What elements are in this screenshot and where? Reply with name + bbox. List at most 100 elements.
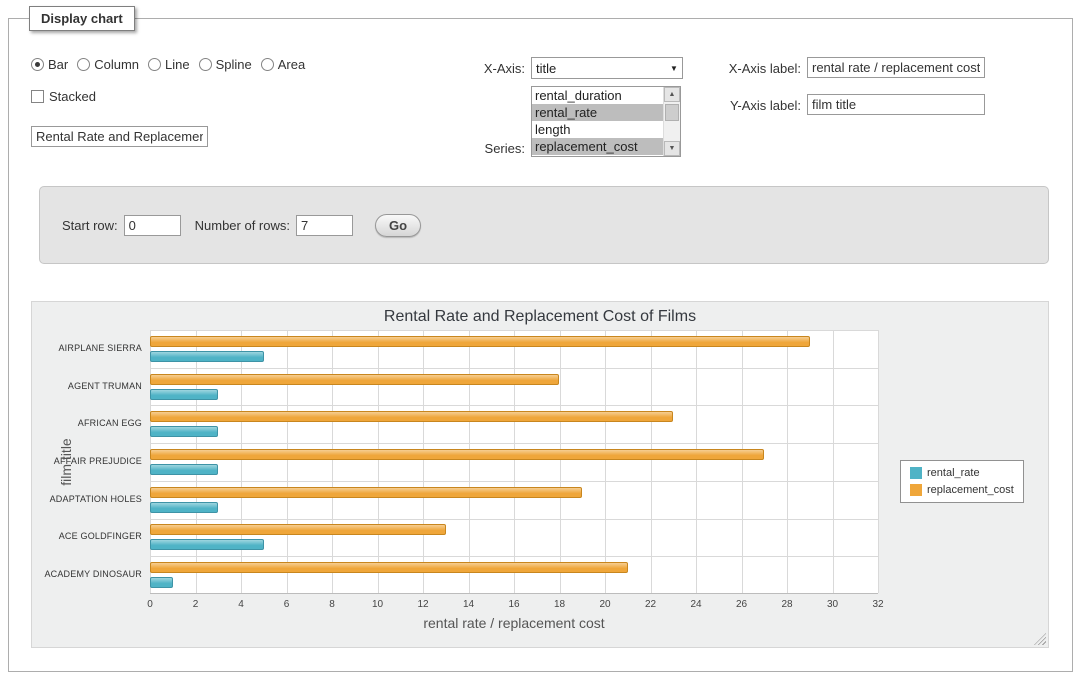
y-axis-label-input[interactable] — [807, 94, 985, 115]
x-tick-label: 6 — [267, 599, 307, 610]
start-row-label: Start row: — [62, 218, 118, 233]
radio-label: Column — [94, 57, 139, 72]
stacked-checkbox[interactable]: Stacked — [31, 89, 96, 104]
x-tick-label: 10 — [358, 599, 398, 610]
scroll-up-icon[interactable]: ▲ — [664, 87, 680, 102]
fieldset-legend: Display chart — [29, 6, 135, 31]
start-row-input[interactable] — [124, 215, 181, 236]
chart-type-radio-spline[interactable]: Spline — [199, 57, 252, 72]
bar-rental_rate — [150, 539, 264, 550]
radio-label: Line — [165, 57, 190, 72]
series-multiselect[interactable]: rental_durationrental_ratelengthreplacem… — [531, 86, 681, 157]
x-tick-label: 28 — [767, 599, 807, 610]
series-select-label: Series: — [429, 141, 525, 156]
bar-rental_rate — [150, 502, 218, 513]
legend-swatch-icon — [910, 484, 922, 496]
x-tick-label: 12 — [403, 599, 443, 610]
gridline-vertical — [241, 330, 242, 593]
number-of-rows-label: Number of rows: — [195, 218, 290, 233]
x-axis-select-label: X-Axis: — [429, 61, 525, 76]
series-scrollbar[interactable]: ▲ ▼ — [663, 87, 680, 156]
x-tick-label: 16 — [494, 599, 534, 610]
x-tick-label: 8 — [312, 599, 352, 610]
series-option-length[interactable]: length — [532, 121, 663, 138]
series-option-replacement_cost[interactable]: replacement_cost — [532, 138, 663, 155]
category-label: AFFAIR PREJUDICE — [32, 456, 142, 466]
bar-replacement_cost — [150, 449, 764, 460]
category-label: AGENT TRUMAN — [32, 381, 142, 391]
chart-type-radio-line[interactable]: Line — [148, 57, 190, 72]
gridline-horizontal — [150, 519, 878, 520]
gridline-vertical — [696, 330, 697, 593]
x-tick-label: 32 — [858, 599, 898, 610]
gridline-vertical — [878, 330, 879, 593]
series-option-rental_duration[interactable]: rental_duration — [532, 87, 663, 104]
x-tick-label: 24 — [676, 599, 716, 610]
x-tick-label: 14 — [449, 599, 489, 610]
x-tick-label: 26 — [722, 599, 762, 610]
gridline-vertical — [378, 330, 379, 593]
go-button[interactable]: Go — [375, 214, 421, 237]
x-axis-title: rental rate / replacement cost — [150, 615, 878, 631]
x-tick-label: 30 — [813, 599, 853, 610]
x-tick-label: 22 — [631, 599, 671, 610]
chart-type-radio-area[interactable]: Area — [261, 57, 305, 72]
stacked-label: Stacked — [49, 89, 96, 104]
gridline-vertical — [332, 330, 333, 593]
gridline-vertical — [514, 330, 515, 593]
gridline-horizontal — [150, 481, 878, 482]
resize-handle-icon[interactable] — [1034, 633, 1046, 645]
x-tick-label: 4 — [221, 599, 261, 610]
bar-rental_rate — [150, 351, 264, 362]
series-options: rental_durationrental_ratelengthreplacem… — [532, 87, 663, 156]
bar-rental_rate — [150, 577, 173, 588]
radio-icon — [148, 58, 161, 71]
gridline-horizontal — [150, 330, 878, 331]
display-chart-fieldset: Display chart BarColumnLineSplineArea St… — [8, 18, 1073, 672]
gridline-horizontal — [150, 556, 878, 557]
x-axis-select[interactable]: title ▼ — [531, 57, 683, 79]
scrollbar-thumb[interactable] — [665, 104, 679, 121]
gridline-vertical — [742, 330, 743, 593]
plot-area — [150, 330, 878, 594]
legend-label: rental_rate — [927, 467, 980, 479]
gridline-vertical — [651, 330, 652, 593]
scroll-down-icon[interactable]: ▼ — [664, 141, 680, 156]
bar-replacement_cost — [150, 524, 446, 535]
gridline-vertical — [787, 330, 788, 593]
chart-title-input[interactable] — [31, 126, 208, 147]
y-axis-title: film title — [58, 438, 74, 485]
gridline-vertical — [469, 330, 470, 593]
chart-type-radio-bar[interactable]: Bar — [31, 57, 68, 72]
chart-type-radio-column[interactable]: Column — [77, 57, 139, 72]
gridline-vertical — [560, 330, 561, 593]
x-tick-label: 18 — [540, 599, 580, 610]
x-tick-label: 0 — [130, 599, 170, 610]
row-controls-panel: Start row: Number of rows: Go — [39, 186, 1049, 264]
radio-icon — [199, 58, 212, 71]
gridline-vertical — [423, 330, 424, 593]
y-axis-label-label: Y-Axis label: — [699, 98, 801, 113]
bar-replacement_cost — [150, 336, 810, 347]
gridline-horizontal — [150, 443, 878, 444]
series-option-rental_rate[interactable]: rental_rate — [532, 104, 663, 121]
chart-legend: rental_rate replacement_cost — [900, 460, 1024, 503]
radio-label: Area — [278, 57, 305, 72]
gridline-vertical — [605, 330, 606, 593]
radio-icon — [77, 58, 90, 71]
chart-type-radios: Bar Column Line Spline Area — [31, 57, 305, 72]
category-label: AFRICAN EGG — [32, 418, 142, 428]
legend-item-replacement_cost[interactable]: replacement_cost — [910, 484, 1014, 496]
x-axis-selected-value: title — [532, 61, 666, 76]
chart-panel: Rental Rate and Replacement Cost of Film… — [31, 301, 1049, 648]
gridline-vertical — [833, 330, 834, 593]
number-of-rows-input[interactable] — [296, 215, 353, 236]
radio-icon — [31, 58, 44, 71]
legend-item-rental_rate[interactable]: rental_rate — [910, 467, 1014, 479]
bar-rental_rate — [150, 464, 218, 475]
category-label: ADAPTATION HOLES — [32, 494, 142, 504]
x-axis-label-input[interactable] — [807, 57, 985, 78]
legend-label: replacement_cost — [927, 484, 1014, 496]
category-label: ACADEMY DINOSAUR — [32, 569, 142, 579]
x-tick-label: 20 — [585, 599, 625, 610]
